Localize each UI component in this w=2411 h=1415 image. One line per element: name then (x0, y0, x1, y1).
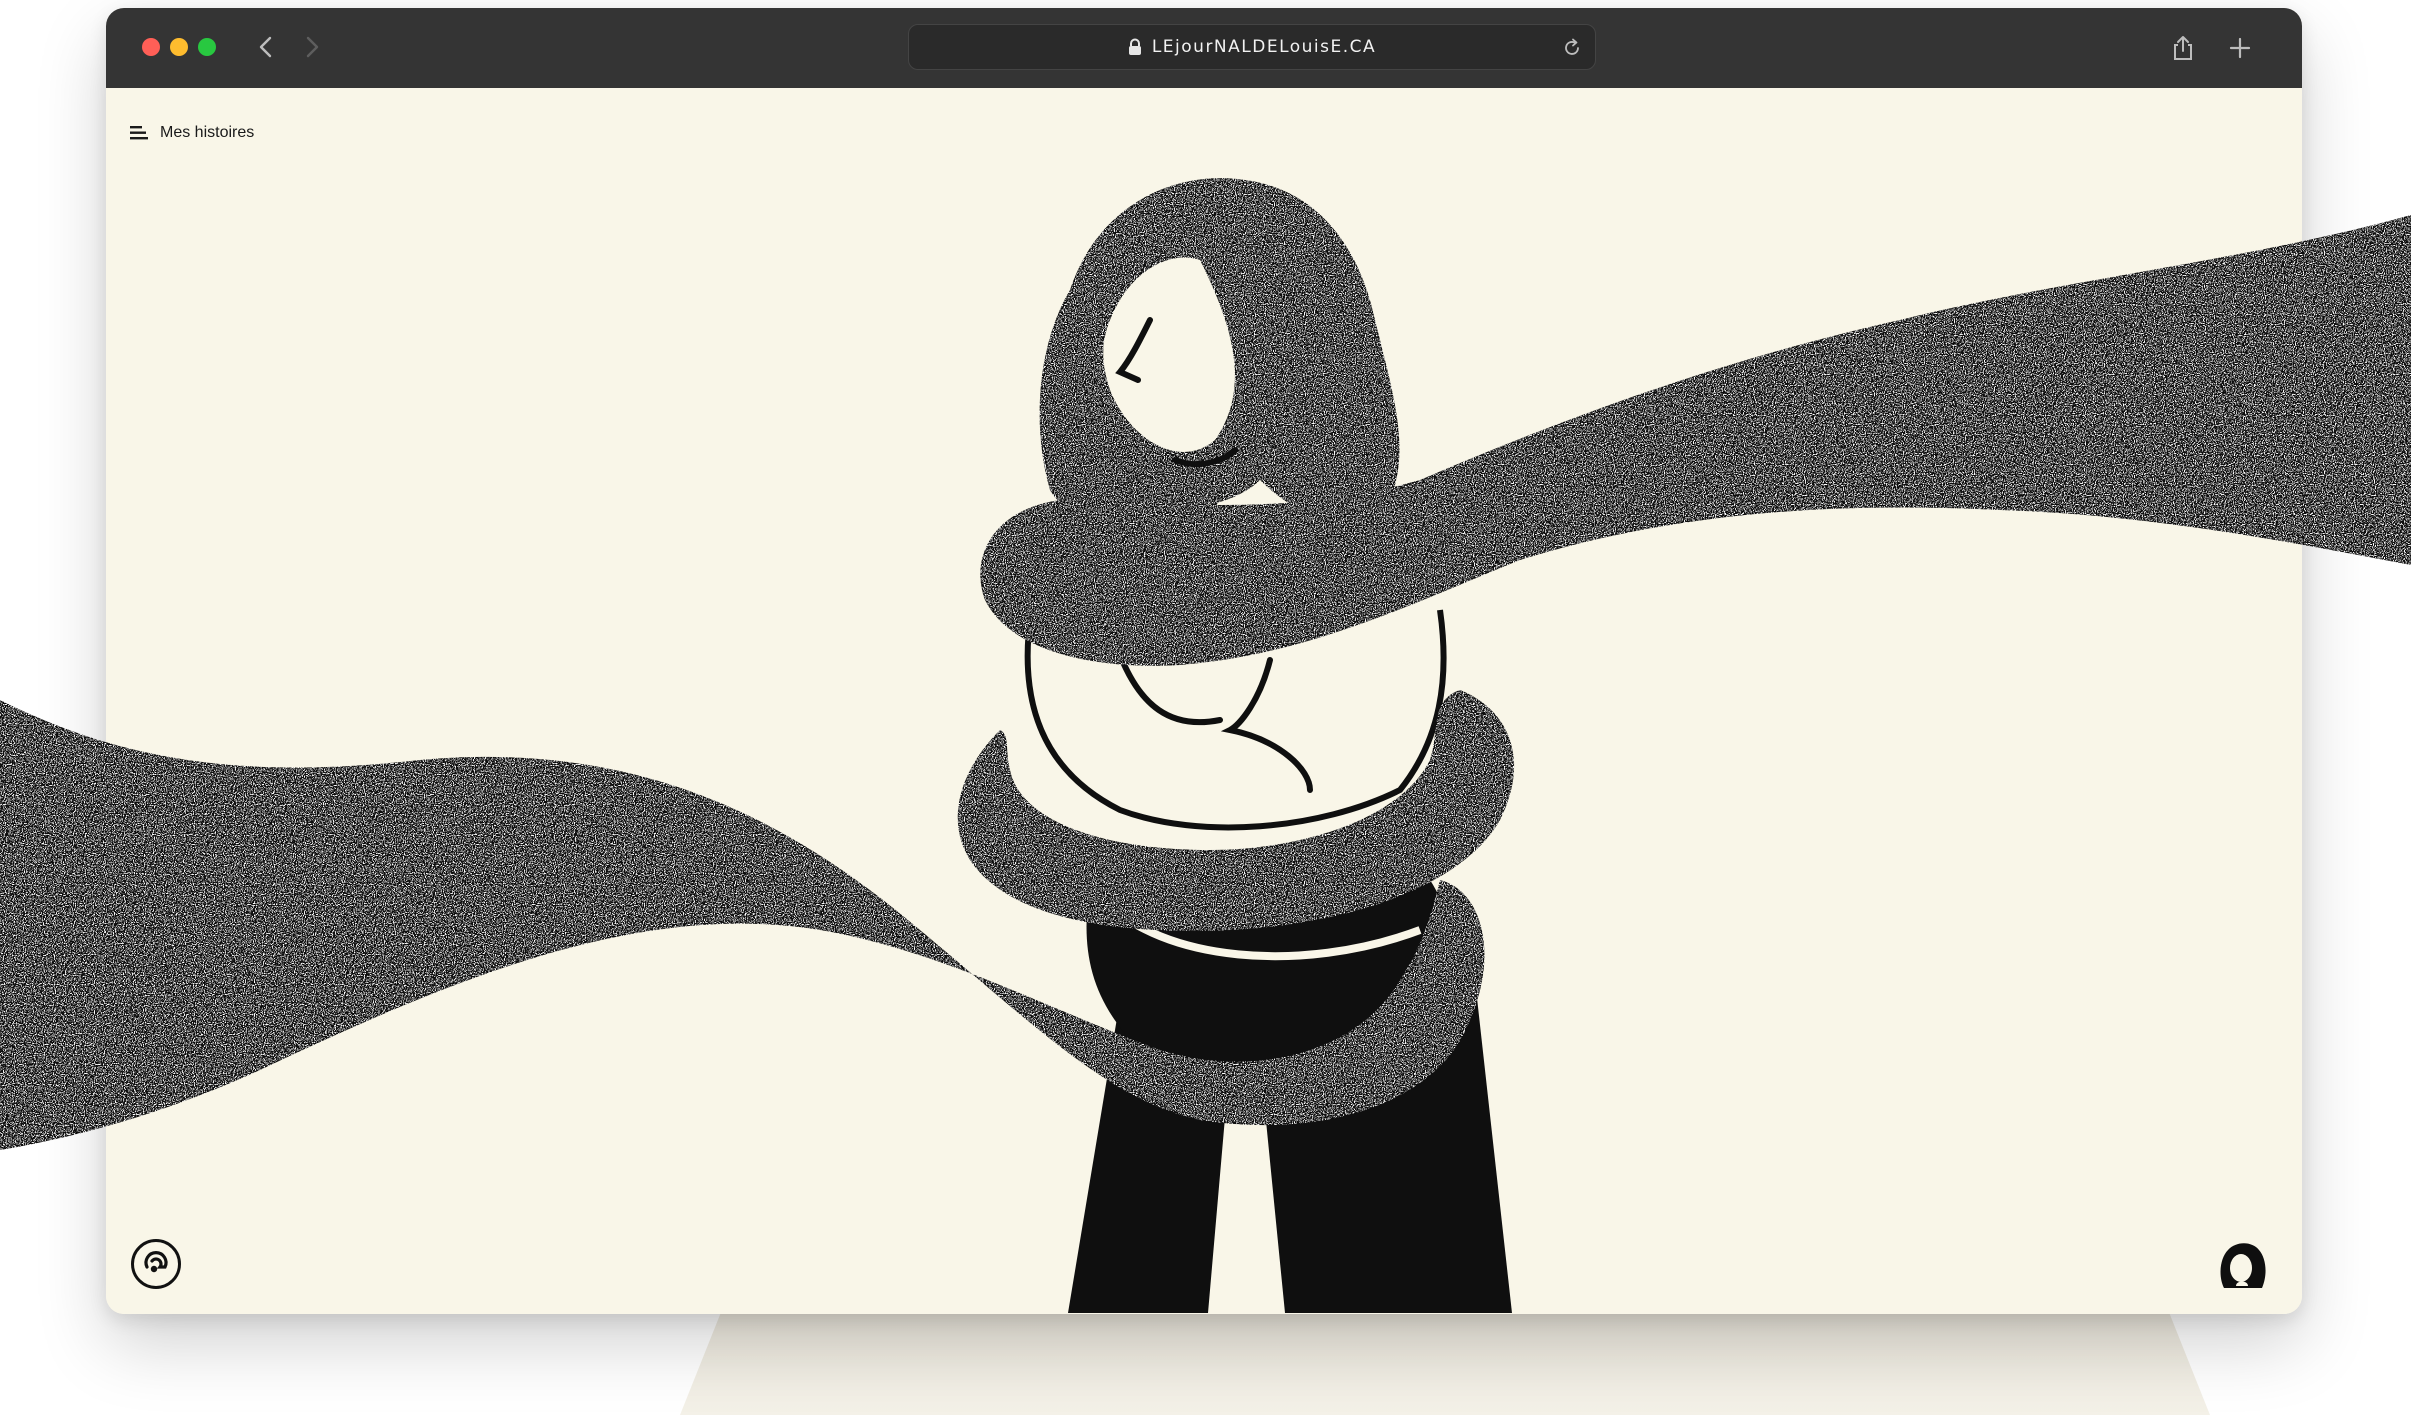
browser-titlebar: LEjourNALDELouisE.CA (106, 8, 2302, 88)
minimize-window-button[interactable] (170, 38, 188, 56)
close-window-button[interactable] (142, 38, 160, 56)
address-bar[interactable]: LEjourNALDELouisE.CA (908, 24, 1596, 70)
reload-icon[interactable] (1561, 37, 1583, 59)
page-content: Mes histoires (106, 88, 2302, 1314)
stories-menu-button[interactable]: Mes histoires (130, 124, 254, 142)
menu-label: Mes histoires (160, 124, 255, 141)
browser-window: LEjourNALDELouisE.CA Mes histoires (106, 8, 2302, 1314)
maximize-window-button[interactable] (198, 38, 216, 56)
hamburger-icon (130, 126, 148, 140)
avatar-icon[interactable] (2214, 1236, 2272, 1294)
address-url: LEjourNALDELouisE.CA (1151, 37, 1377, 57)
plus-icon[interactable] (2226, 34, 2254, 62)
display-pedestal (680, 1300, 2210, 1415)
share-icon[interactable] (2169, 34, 2197, 62)
forward-button[interactable] (299, 34, 325, 60)
lock-icon (1128, 38, 1141, 55)
back-button[interactable] (254, 34, 280, 60)
sound-icon[interactable] (130, 1238, 182, 1290)
